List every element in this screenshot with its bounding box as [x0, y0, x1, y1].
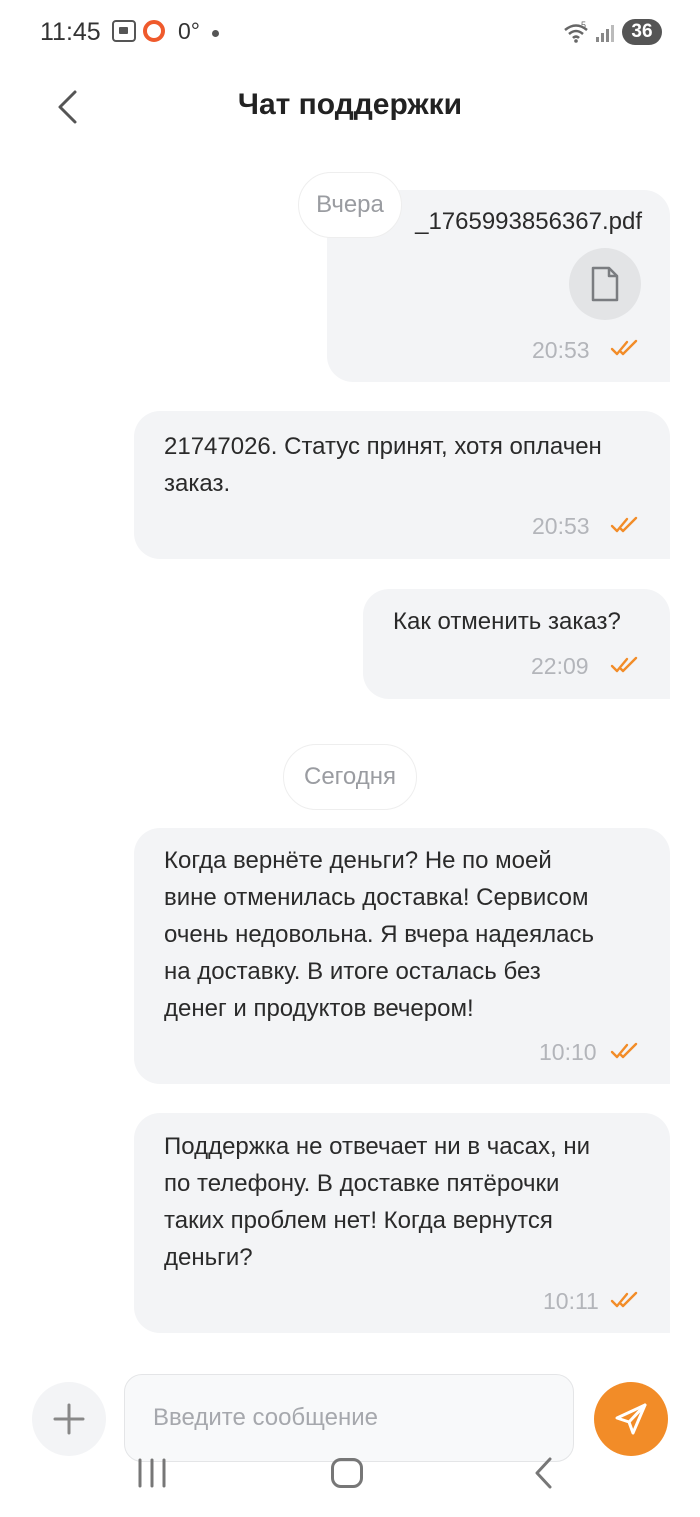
- message-text: 21747026. Статус принят, хотя оплачен за…: [164, 433, 602, 497]
- system-nav-bar: [0, 1450, 700, 1495]
- screenshot-icon: [112, 20, 136, 42]
- status-dot-icon: [212, 30, 219, 37]
- message-time: 20:53: [532, 337, 590, 363]
- file-attachment[interactable]: [569, 248, 641, 320]
- chat-header: Чат поддержки: [0, 66, 700, 150]
- page-title: Чат поддержки: [237, 88, 463, 121]
- document-icon: [591, 266, 619, 302]
- wifi-icon: 5: [564, 20, 588, 43]
- double-check-icon: [610, 339, 638, 356]
- double-check-icon: [610, 1291, 638, 1308]
- cell-signal-icon: [596, 25, 614, 42]
- recents-icon[interactable]: [136, 1458, 168, 1488]
- message-text: Когда вернёте деньги? Не по моей вине от…: [164, 847, 594, 1022]
- plus-icon: [53, 1403, 85, 1435]
- signal-label: 5: [581, 20, 586, 30]
- add-attachment-button[interactable]: [32, 1382, 106, 1456]
- status-temperature: 0°: [178, 18, 200, 44]
- double-check-icon: [610, 1042, 638, 1059]
- double-check-icon: [610, 656, 638, 673]
- paper-plane-icon: [615, 1403, 647, 1435]
- double-check-icon: [610, 516, 638, 533]
- status-time: 11:45: [40, 18, 101, 46]
- date-divider-yesterday: Вчера: [298, 172, 402, 238]
- battery-icon: 36: [622, 19, 662, 45]
- notification-ring-icon: [143, 20, 165, 42]
- home-icon[interactable]: [331, 1458, 363, 1488]
- nav-back-icon[interactable]: [532, 1456, 554, 1490]
- message-text: Как отменить заказ?: [393, 608, 621, 635]
- message-time: 10:10: [539, 1039, 597, 1065]
- send-button[interactable]: [594, 1382, 668, 1456]
- message-time: 20:53: [532, 513, 590, 539]
- status-bar: 11:45 0° 5 36: [0, 0, 700, 66]
- date-divider-today: Сегодня: [283, 744, 417, 810]
- message-bubble[interactable]: 21747026. Статус принят, хотя оплачен за…: [134, 411, 670, 559]
- message-bubble[interactable]: Поддержка не отвечает ни в часах, ни по …: [134, 1113, 670, 1333]
- message-input[interactable]: [124, 1374, 574, 1462]
- message-time: 10:11: [543, 1288, 599, 1314]
- message-text: Поддержка не отвечает ни в часах, ни по …: [164, 1133, 590, 1271]
- file-name: _1765993856367.pdf: [415, 208, 642, 235]
- message-time: 22:09: [531, 653, 589, 679]
- message-bubble[interactable]: Когда вернёте деньги? Не по моей вине от…: [134, 828, 670, 1084]
- message-bubble[interactable]: Как отменить заказ? 22:09: [363, 589, 670, 699]
